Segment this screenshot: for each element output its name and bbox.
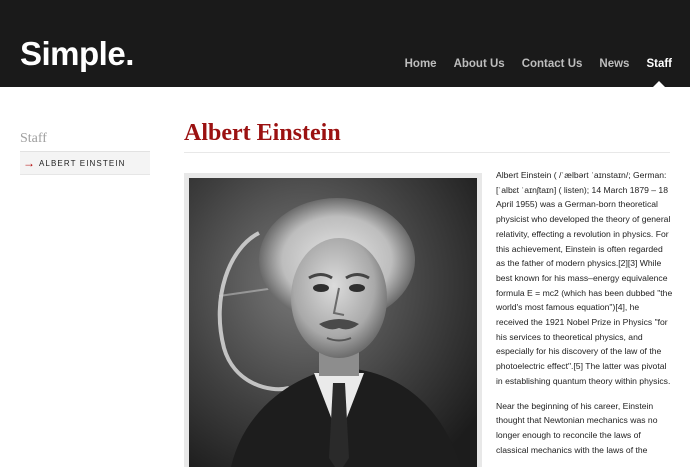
sidebar-title: Staff	[20, 128, 150, 152]
nav-home[interactable]: Home	[405, 56, 437, 72]
portrait-photo-icon	[189, 178, 477, 467]
portrait-image	[189, 178, 477, 467]
article-paragraph-2: Near the beginning of his career, Einste…	[496, 400, 658, 455]
nav-staff-label: Staff	[646, 58, 672, 70]
main-nav: Home About Us Contact Us News Staff	[388, 56, 672, 87]
arrow-right-icon: →	[23, 156, 35, 170]
article-paragraph-1: Albert Einstein ( /ˈælbərt ˈaɪnstaɪn/; G…	[496, 170, 673, 386]
nav-staff[interactable]: Staff	[646, 56, 672, 87]
article-body: Albert Einstein ( /ˈælbərt ˈaɪnstaɪn/; G…	[496, 168, 674, 467]
nav-about-us[interactable]: About Us	[454, 56, 505, 72]
sidebar-item-albert-einstein[interactable]: → ALBERT EINSTEIN	[20, 152, 150, 175]
portrait-frame	[184, 173, 482, 467]
page-title: Albert Einstein	[184, 118, 670, 153]
nav-news[interactable]: News	[599, 56, 629, 72]
active-nav-pointer-icon	[653, 81, 666, 87]
site-logo[interactable]: Simple.	[20, 34, 134, 74]
sidebar: Staff → ALBERT EINSTEIN	[20, 128, 150, 175]
sidebar-item-label: ALBERT EINSTEIN	[39, 158, 126, 168]
site-header: Simple. Home About Us Contact Us News St…	[0, 0, 690, 87]
nav-contact-us[interactable]: Contact Us	[522, 56, 583, 72]
main-content: Albert Einstein	[184, 118, 670, 153]
